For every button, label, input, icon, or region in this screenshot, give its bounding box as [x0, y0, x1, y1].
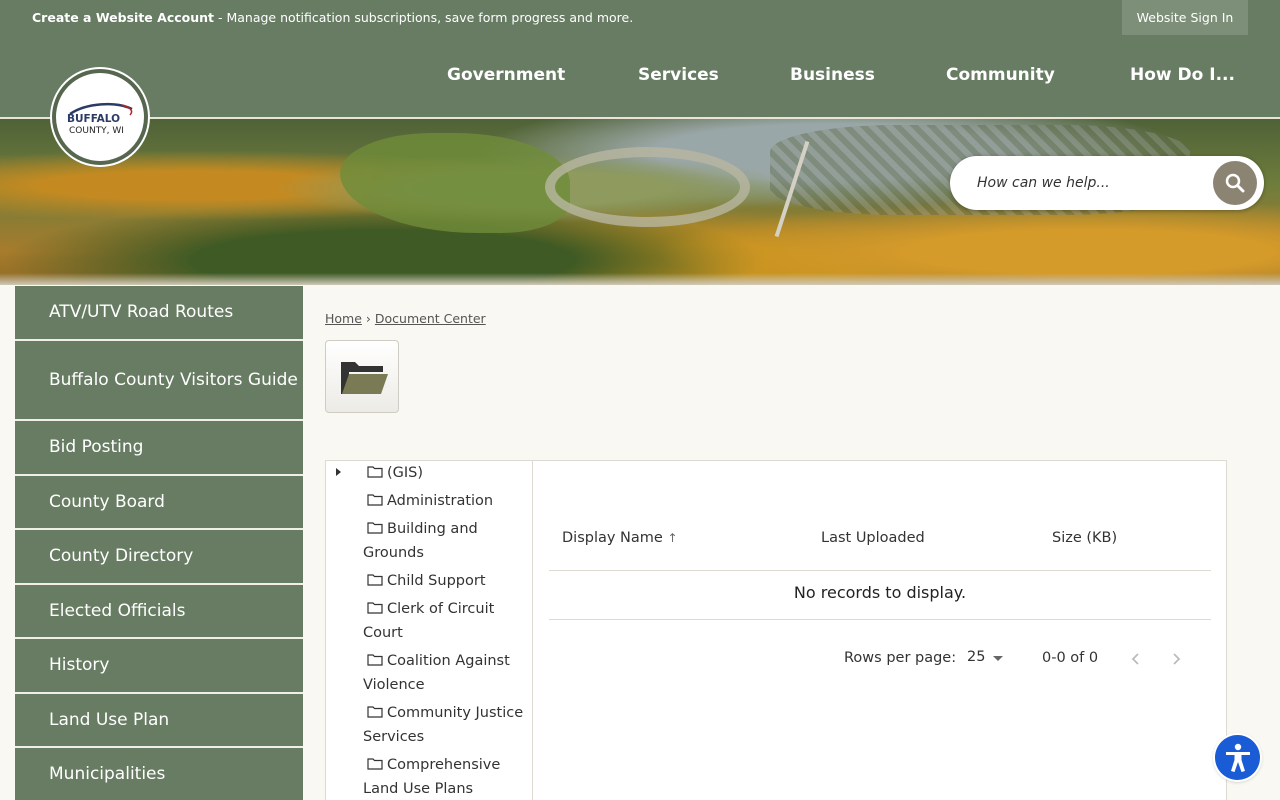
site-header: Government Services Business Community H…	[0, 35, 1280, 119]
create-account-label[interactable]: Create a Website Account	[32, 10, 214, 25]
hero-campground-ring	[545, 147, 750, 227]
chevron-left-icon	[1131, 653, 1139, 665]
previous-page-button[interactable]	[1124, 647, 1148, 671]
tree-item-building-and-grounds[interactable]: Building and Grounds	[363, 517, 528, 565]
chevron-right-icon	[1173, 653, 1181, 665]
sidebar-item-history[interactable]: History	[15, 639, 303, 694]
documents-table: Display Name ↑ Last Uploaded Size (KB) N…	[533, 461, 1227, 800]
folder-icon	[367, 654, 383, 666]
site-search	[950, 156, 1264, 210]
column-header-last-uploaded[interactable]: Last Uploaded	[821, 530, 925, 546]
sidebar-item-bid-posting[interactable]: Bid Posting	[15, 421, 303, 476]
rows-per-page-label: Rows per page:	[844, 650, 957, 666]
nav-how-do-i[interactable]: How Do I...	[1130, 35, 1235, 115]
rows-per-page-select[interactable]: 25	[967, 649, 985, 665]
sidebar-item-land-use-plan[interactable]: Land Use Plan	[15, 694, 303, 748]
folder-icon	[367, 758, 383, 770]
table-bottom-divider	[549, 619, 1211, 620]
tree-item-label: Child Support	[387, 573, 486, 589]
next-page-button[interactable]	[1164, 647, 1188, 671]
tree-item-community-justice-services[interactable]: Community Justice Services	[363, 701, 528, 749]
sidebar-item-elected-officials[interactable]: Elected Officials	[15, 585, 303, 639]
nav-services[interactable]: Services	[638, 35, 719, 115]
sort-ascending-icon: ↑	[667, 531, 678, 545]
sidebar-item-atv-utv-road-routes[interactable]: ATV/UTV Road Routes	[15, 286, 303, 341]
tree-item-label: (GIS)	[387, 465, 424, 481]
open-folder-icon	[341, 362, 388, 394]
logo-text-buffalo: BUFFALO	[67, 113, 121, 125]
column-header-size[interactable]: Size (KB)	[1052, 530, 1117, 546]
accessibility-button[interactable]	[1215, 735, 1260, 780]
sidebar-item-visitors-guide[interactable]: Buffalo County Visitors Guide	[15, 341, 303, 421]
folder-icon	[367, 466, 383, 478]
breadcrumb-home-link[interactable]: Home	[325, 311, 362, 326]
breadcrumb-separator: ›	[365, 311, 371, 326]
breadcrumb-document-center-link[interactable]: Document Center	[375, 311, 486, 326]
hero-bottom-fade	[0, 273, 1280, 285]
tree-item-comprehensive-land-use-plans[interactable]: Comprehensive Land Use Plans	[363, 753, 528, 800]
tree-item-label: Administration	[387, 493, 494, 509]
tree-item-clerk-of-circuit-court[interactable]: Clerk of Circuit Court	[363, 597, 528, 645]
folder-tree: (GIS) Administration Building and Ground…	[326, 461, 533, 800]
tree-item-administration[interactable]: Administration	[363, 489, 528, 513]
pagination-range: 0-0 of 0	[1042, 650, 1099, 666]
folder-icon	[367, 574, 383, 586]
county-logo[interactable]: BUFFALO COUNTY, WI	[52, 69, 148, 165]
tree-item-label: Community Justice Services	[363, 705, 524, 745]
create-account-link[interactable]: Create a Website Account - Manage notifi…	[32, 0, 633, 35]
nav-community[interactable]: Community	[946, 35, 1055, 115]
chevron-down-icon[interactable]	[993, 656, 1003, 661]
folder-icon	[367, 522, 383, 534]
breadcrumb: Home › Document Center	[325, 311, 486, 326]
folder-icon	[367, 706, 383, 718]
tree-item-label: Coalition Against Violence	[363, 653, 510, 693]
search-button[interactable]	[1213, 161, 1257, 205]
tree-item-gis[interactable]: (GIS)	[336, 461, 528, 485]
logo-text-county: COUNTY, WI	[69, 126, 124, 136]
top-bar: Create a Website Account - Manage notifi…	[0, 0, 1280, 35]
column-header-display-name[interactable]: Display Name ↑	[562, 530, 678, 546]
sidebar-menu: ATV/UTV Road Routes Buffalo County Visit…	[15, 286, 303, 800]
empty-table-message: No records to display.	[793, 583, 967, 602]
document-center-panel: (GIS) Administration Building and Ground…	[325, 460, 1227, 800]
accessibility-icon	[1226, 743, 1250, 772]
search-input[interactable]	[977, 170, 1197, 196]
create-account-description: - Manage notification subscriptions, sav…	[214, 10, 634, 25]
folder-icon	[367, 494, 383, 506]
website-sign-in-button[interactable]: Website Sign In	[1122, 0, 1248, 35]
sidebar-item-county-directory[interactable]: County Directory	[15, 530, 303, 585]
tree-item-child-support[interactable]: Child Support	[363, 569, 528, 593]
search-icon	[1225, 173, 1245, 193]
folder-icon	[367, 602, 383, 614]
sidebar-item-municipalities[interactable]: Municipalities	[15, 748, 303, 800]
hero-field	[340, 133, 570, 233]
nav-business[interactable]: Business	[790, 35, 875, 115]
expand-caret-icon[interactable]	[336, 468, 341, 476]
nav-government[interactable]: Government	[447, 35, 565, 115]
tree-item-label: Comprehensive Land Use Plans	[363, 757, 501, 797]
tree-item-coalition-against-violence[interactable]: Coalition Against Violence	[363, 649, 528, 697]
document-center-folder-tile	[325, 340, 399, 413]
sidebar-item-county-board[interactable]: County Board	[15, 476, 303, 530]
column-header-label: Display Name	[562, 530, 663, 546]
header-divider	[549, 570, 1211, 571]
